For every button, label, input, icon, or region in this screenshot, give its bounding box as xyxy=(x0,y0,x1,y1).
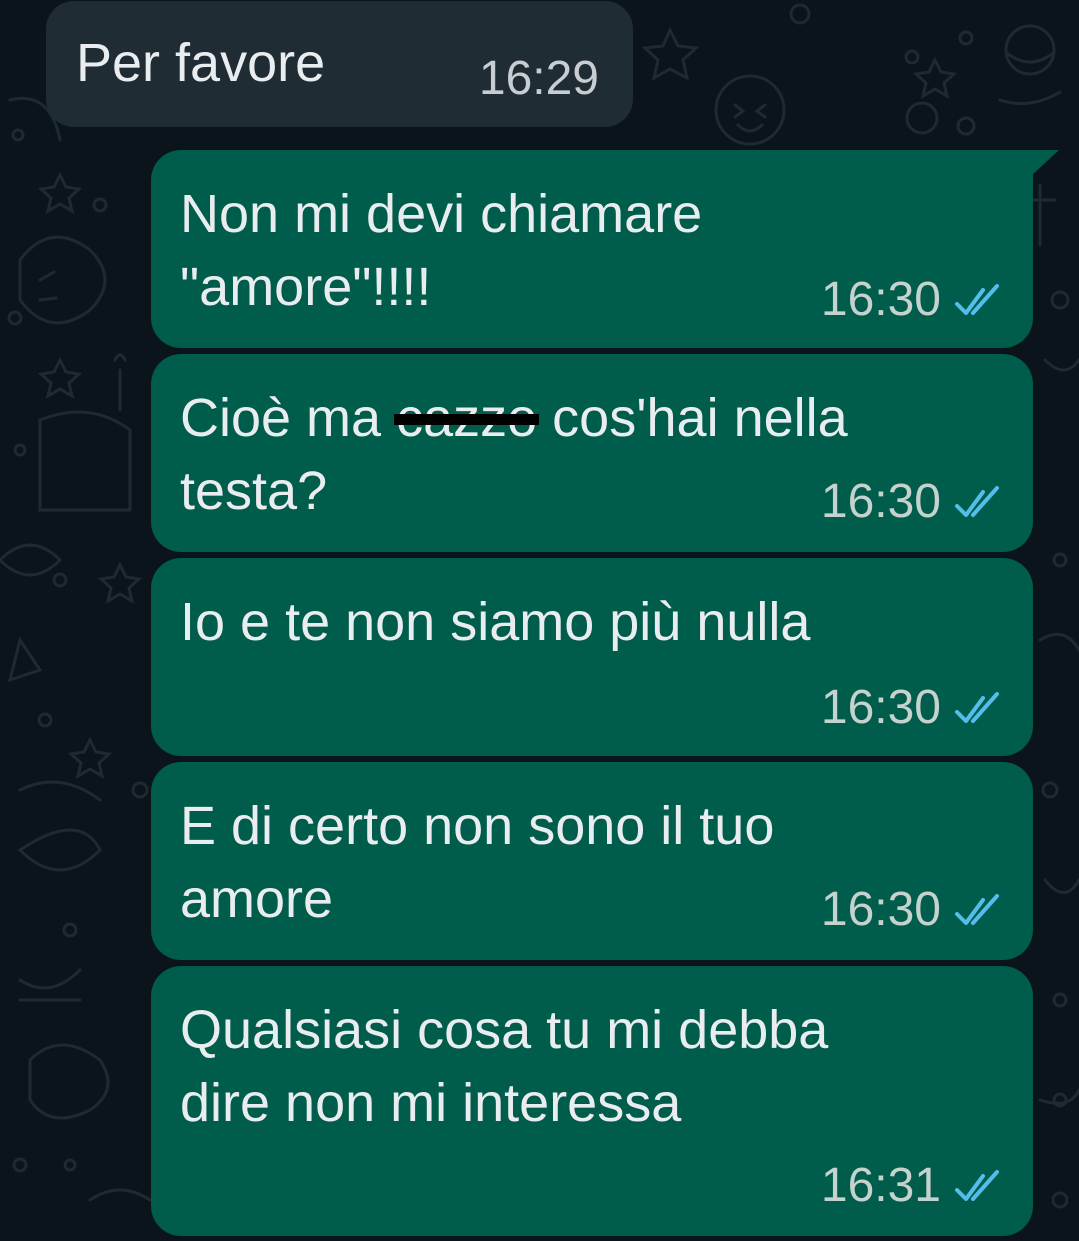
message-meta: 16:31 xyxy=(821,1156,1005,1216)
message-text: Qualsiasi cosa tu mi debba dire non mi i… xyxy=(180,994,970,1140)
outgoing-message-bubble[interactable]: E di certo non sono il tuo amore 16:30 xyxy=(151,762,1033,960)
message-line: dire non mi interessa xyxy=(180,1073,682,1133)
double-check-read-icon xyxy=(955,1170,999,1201)
chat-conversation: Per favore 16:29 Non mi devi chiamare "a… xyxy=(0,0,1079,1241)
message-text: Per favore xyxy=(76,33,326,93)
message-time: 16:29 xyxy=(478,52,599,105)
message-time: 16:30 xyxy=(820,883,941,936)
outgoing-message-bubble[interactable]: Qualsiasi cosa tu mi debba dire non mi i… xyxy=(151,966,1033,1236)
message-line: Non mi devi chiamare xyxy=(180,184,703,244)
double-check-read-icon xyxy=(955,486,999,517)
message-text: Io e te non siamo più nulla xyxy=(180,586,970,659)
message-meta: 16:30 xyxy=(821,880,1005,940)
message-time: 16:30 xyxy=(820,273,941,326)
message-meta: 16:30 xyxy=(821,678,1005,738)
outgoing-message-bubble[interactable]: Non mi devi chiamare "amore"!!!! 16:30 xyxy=(151,150,1059,348)
double-check-read-icon xyxy=(955,692,999,723)
message-time: 16:31 xyxy=(820,1159,941,1212)
censored-word: cazzo xyxy=(394,382,540,455)
incoming-message-bubble[interactable]: Per favore 16:29 xyxy=(46,1,633,127)
message-text-part: cos'hai nella xyxy=(537,388,848,448)
outgoing-message-bubble[interactable]: Cioè ma cazzo cos'hai nella testa? 16:30 xyxy=(151,354,1033,552)
censor-strike-bar xyxy=(394,414,540,426)
double-check-read-icon xyxy=(955,284,999,315)
message-line: E di certo non sono il tuo xyxy=(180,796,775,856)
message-meta: 16:30 xyxy=(821,270,1005,330)
bubble-tail xyxy=(1031,150,1059,176)
outgoing-message-bubble[interactable]: Io e te non siamo più nulla 16:30 xyxy=(151,558,1033,756)
message-meta: 16:30 xyxy=(821,472,1005,532)
message-time: 16:30 xyxy=(820,681,941,734)
double-check-read-icon xyxy=(955,894,999,925)
message-line: Io e te non siamo più nulla xyxy=(180,592,811,652)
message-time: 16:30 xyxy=(820,475,941,528)
message-line: Qualsiasi cosa tu mi debba xyxy=(180,1000,829,1060)
message-line: Cioè ma cazzo cos'hai nella xyxy=(180,382,970,455)
message-text-part: Cioè ma xyxy=(180,388,397,448)
